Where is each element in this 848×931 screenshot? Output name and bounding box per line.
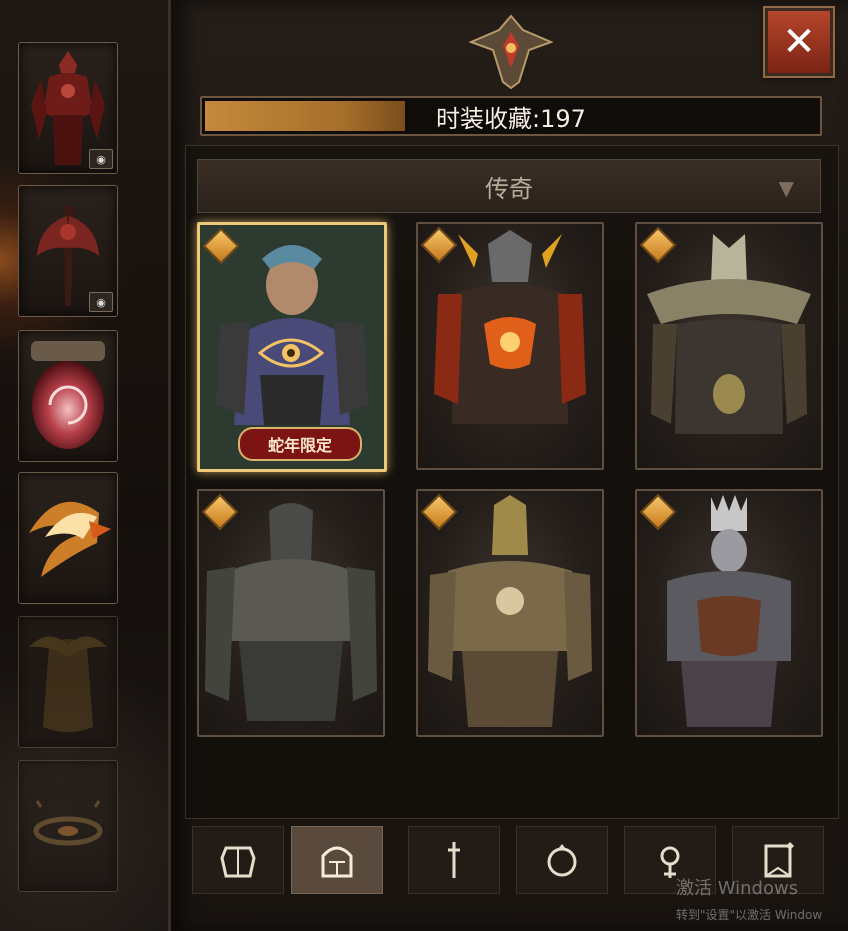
sword-icon [448, 842, 460, 878]
slot-cape[interactable] [18, 616, 118, 748]
costume-figure-image [434, 230, 586, 424]
costume-figure-image [647, 234, 811, 434]
costume-card-4[interactable] [197, 489, 385, 737]
armor-icon [220, 846, 256, 878]
slot-wings[interactable] [18, 472, 118, 604]
costume-figure-image [205, 503, 377, 721]
ring-icon [547, 844, 577, 877]
costume-card-2[interactable] [416, 222, 604, 470]
collection-count-label: 时装收藏:197 [436, 104, 586, 133]
windows-activation-watermark: 激活 Windows 转到"设置"以激活 Window [676, 874, 822, 923]
helmet-icon [321, 846, 353, 878]
costume-figure-image [428, 495, 592, 727]
tab-armor[interactable] [192, 826, 284, 894]
costume-figure-image [667, 495, 791, 727]
slot-aura[interactable] [18, 760, 118, 892]
slot-armor-set[interactable]: ◉ [18, 42, 118, 174]
slot-portal-effect[interactable] [18, 330, 118, 462]
costume-card-3[interactable] [635, 222, 823, 470]
limited-edition-badge: 蛇年限定 [238, 427, 362, 461]
close-button[interactable]: ✕ [763, 6, 835, 78]
collection-progress-bar: 时装收藏:197 [200, 96, 822, 136]
aura-thumbnail [33, 800, 103, 846]
tab-weapon[interactable] [408, 826, 500, 894]
preview-toggle-icon[interactable]: ◉ [89, 292, 113, 312]
tab-helmet[interactable] [291, 826, 383, 894]
costume-card-1[interactable]: 蛇年限定 [197, 222, 387, 472]
costume-card-5[interactable] [416, 489, 604, 737]
crest-emblem-icon [468, 14, 554, 90]
portal-thumbnail [31, 341, 105, 449]
costume-card-6[interactable] [635, 489, 823, 737]
chevron-down-icon: ▼ [778, 176, 794, 200]
watermark-line-2: 转到"设置"以激活 Window [676, 908, 823, 922]
rarity-filter-value: 传奇 [485, 174, 533, 203]
preview-toggle-icon[interactable]: ◉ [89, 149, 113, 169]
tab-ring[interactable] [516, 826, 608, 894]
slot-weapon[interactable]: ◉ [18, 185, 118, 317]
watermark-line-1: 激活 Windows [676, 878, 799, 899]
wings-thumbnail [29, 501, 111, 577]
rarity-filter-dropdown[interactable]: 传奇 ▼ [197, 159, 821, 213]
equipped-eye-icon [258, 338, 324, 368]
cape-thumbnail [29, 636, 107, 732]
close-icon: ✕ [782, 19, 816, 65]
